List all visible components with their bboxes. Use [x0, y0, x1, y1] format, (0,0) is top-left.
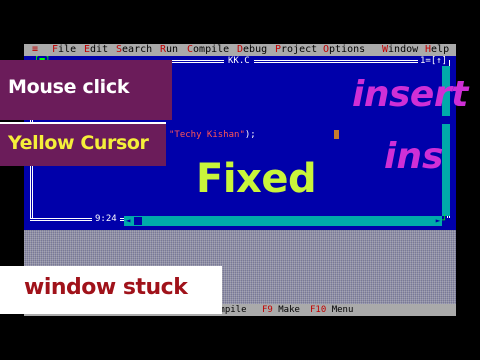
window-stuck-text: window stuck	[24, 275, 188, 300]
status-item-menu[interactable]: F10 Menu	[310, 304, 353, 316]
menu-compile[interactable]: Compile	[187, 44, 229, 56]
resize-handle-icon[interactable]: ┘	[442, 216, 450, 226]
vertical-scroll-thumb[interactable]	[442, 116, 450, 124]
line-column-indicator: 9:24	[92, 214, 120, 224]
menu-bar: ≡ File Edit Search Run Compile Debug Pro…	[24, 44, 456, 56]
code-tail: );	[244, 130, 256, 140]
menu-options[interactable]: Options	[323, 44, 365, 56]
mouse-click-text: Mouse click	[8, 76, 130, 98]
scroll-right-arrow-icon[interactable]: ►	[434, 216, 442, 226]
window-number-zoom-icon[interactable]: 1=[↑]	[418, 56, 450, 66]
menu-window[interactable]: Window	[382, 44, 418, 56]
yellow-cursor-text: Yellow Cursor	[8, 132, 149, 154]
yellow-cursor-banner: Yellow Cursor	[0, 122, 166, 166]
scroll-left-arrow-icon[interactable]: ◄	[124, 216, 132, 226]
window-stuck-banner: window stuck	[0, 266, 222, 314]
menu-help[interactable]: Help	[425, 44, 449, 56]
menu-debug[interactable]: Debug	[237, 44, 267, 56]
menu-search[interactable]: Search	[116, 44, 152, 56]
insert-caption: insert	[352, 74, 468, 115]
menu-project[interactable]: Project	[275, 44, 317, 56]
fixed-caption: Fixed	[196, 156, 317, 202]
code-line[interactable]: "Techy Kishan");	[169, 130, 256, 140]
code-string: "Techy Kishan"	[169, 130, 245, 140]
mouse-click-banner: Mouse click	[0, 60, 172, 120]
system-menu-icon[interactable]: ≡	[32, 44, 38, 56]
menu-run[interactable]: Run	[160, 44, 178, 56]
editor-filename: KK.C	[224, 56, 254, 66]
menu-edit[interactable]: Edit	[84, 44, 108, 56]
status-item-make[interactable]: F9 Make	[262, 304, 300, 316]
text-cursor	[334, 130, 339, 139]
menu-file[interactable]: File	[52, 44, 76, 56]
horizontal-scrollbar[interactable]: ◄ ►	[124, 216, 442, 226]
horizontal-scroll-thumb[interactable]	[134, 217, 142, 225]
ins-caption: ins	[384, 136, 444, 177]
